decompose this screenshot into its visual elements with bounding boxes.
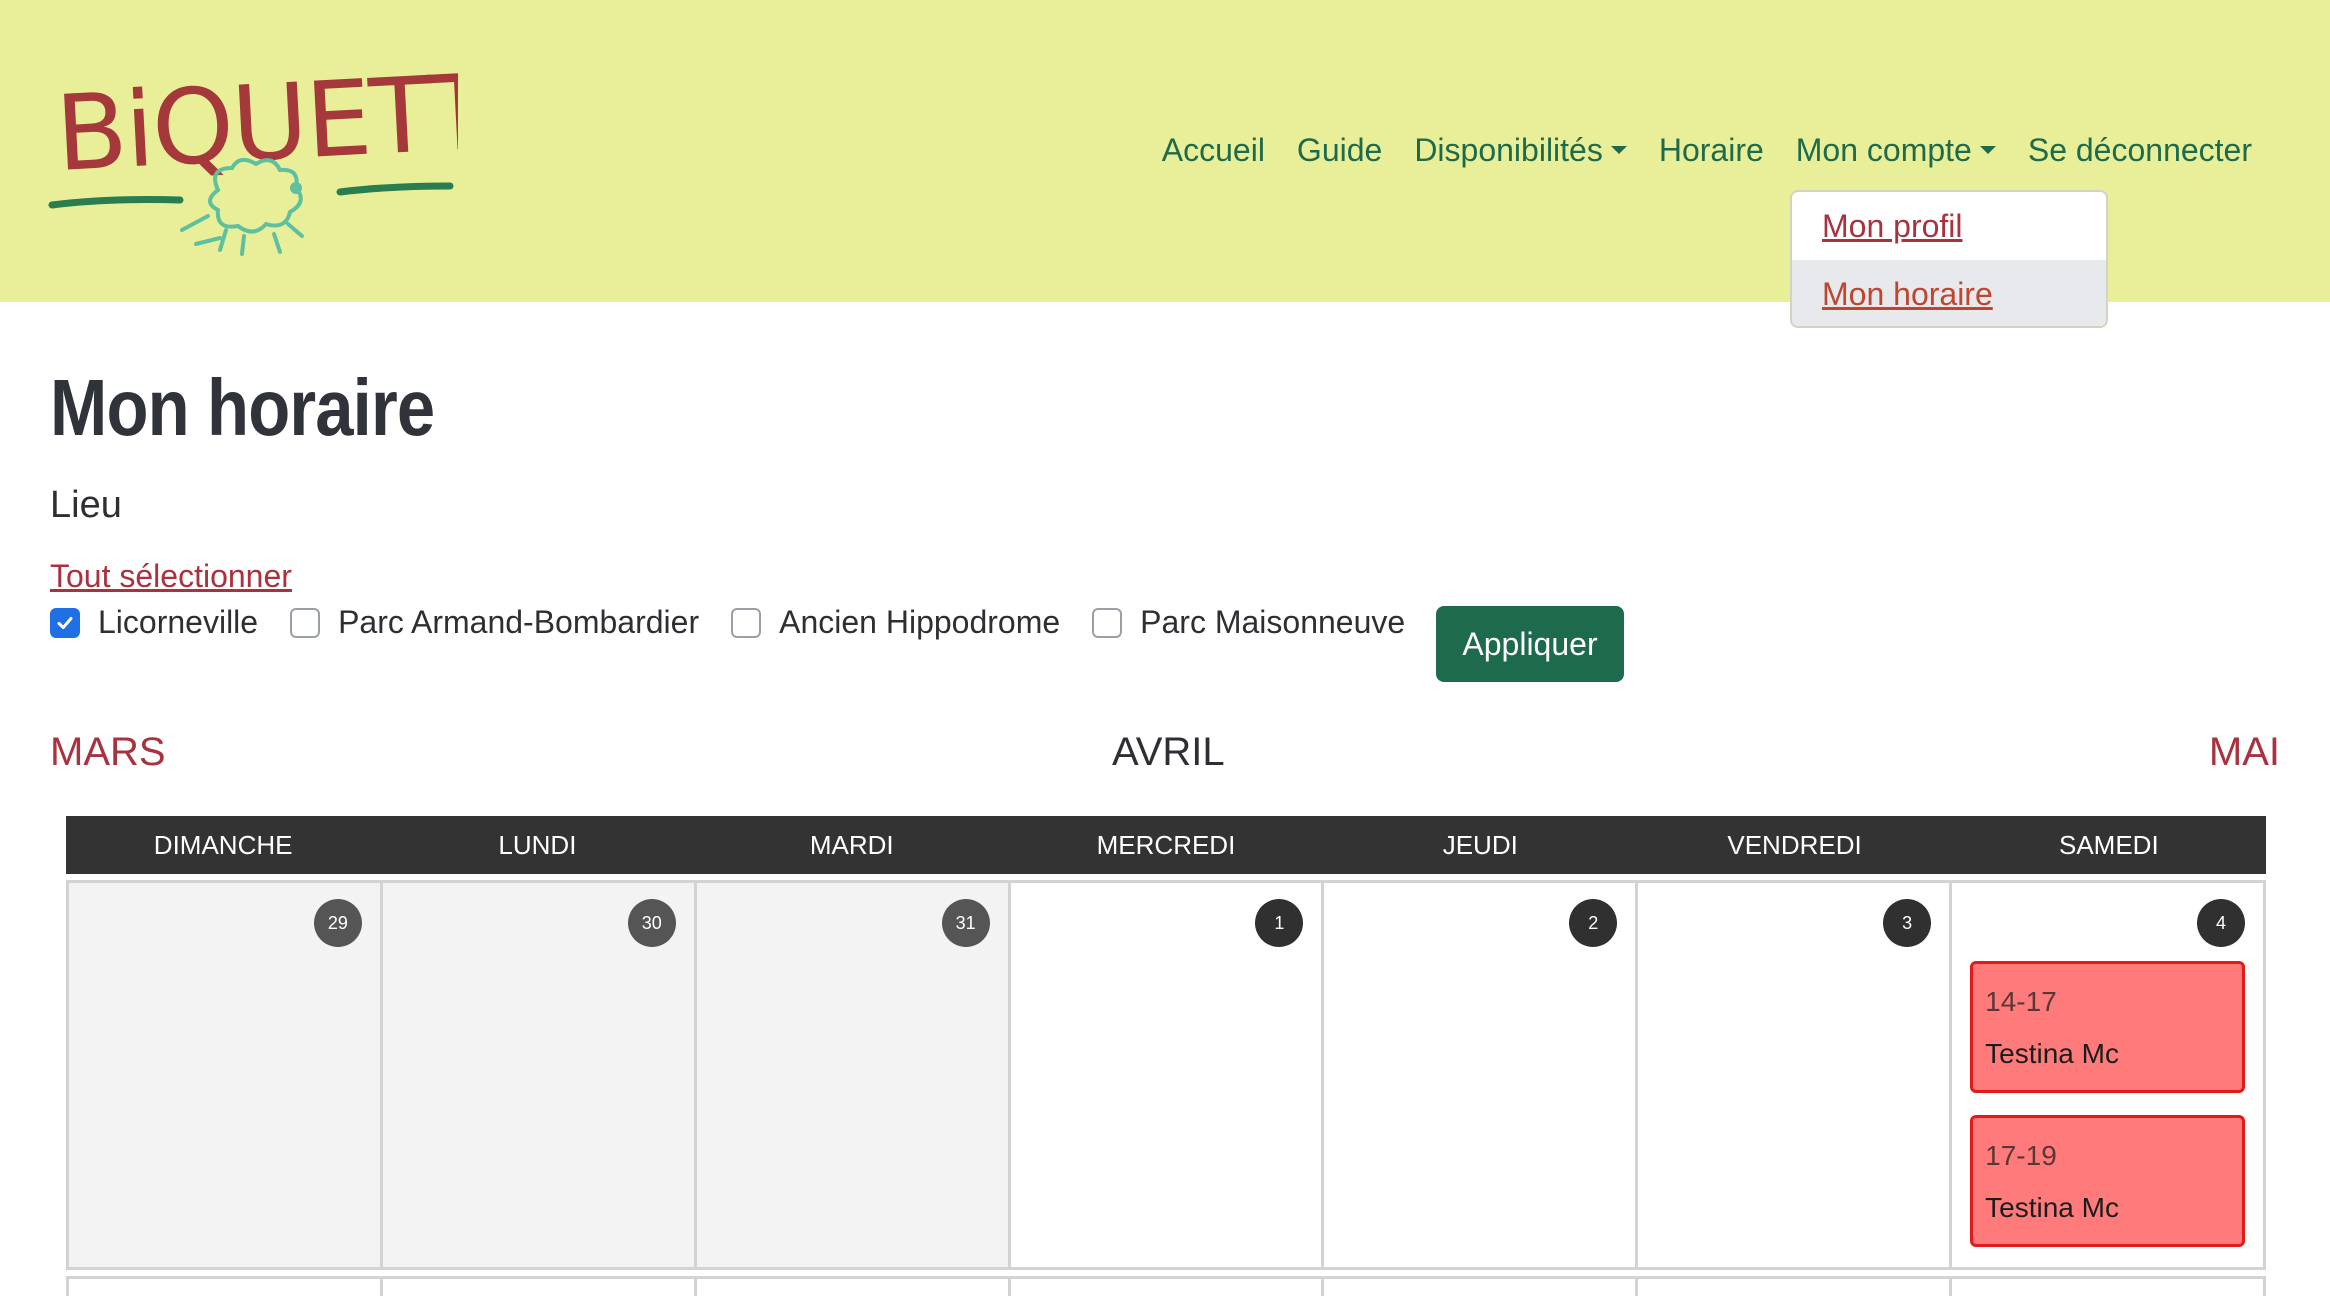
menu-item-mon-profil[interactable]: Mon profil bbox=[1792, 192, 2106, 260]
nav-horaire[interactable]: Horaire bbox=[1643, 128, 1780, 172]
nav-guide[interactable]: Guide bbox=[1281, 128, 1398, 172]
checkbox-checked[interactable] bbox=[50, 607, 80, 638]
event-time: 17-19 bbox=[1985, 1140, 2057, 1171]
calendar-day-cell[interactable]: 31 bbox=[696, 880, 1011, 1270]
page-title: Mon horaire bbox=[50, 363, 435, 452]
calendar-event[interactable]: 14-17 Testina Mc bbox=[1970, 961, 2246, 1093]
calendar-day-cell[interactable]: 3 bbox=[1638, 880, 1953, 1270]
filter-licorneville[interactable]: Licorneville bbox=[50, 604, 258, 641]
nav-accueil[interactable]: Accueil bbox=[1146, 128, 1281, 172]
checkbox[interactable] bbox=[731, 607, 762, 638]
filter-parc-armand-bombardier[interactable]: Parc Armand-Bombardier bbox=[290, 604, 699, 641]
calendar-day-cell[interactable]: 4 14-17 Testina Mc 17-19 Testina Mc bbox=[1952, 880, 2267, 1270]
nav-label: Horaire bbox=[1658, 132, 1764, 168]
filter-label: Parc Maisonneuve bbox=[1140, 604, 1406, 640]
caret-down-icon bbox=[1610, 146, 1627, 154]
day-number-badge: 1 bbox=[1255, 899, 1304, 947]
prev-month-link[interactable]: MARS bbox=[50, 730, 166, 775]
checkbox[interactable] bbox=[1092, 607, 1123, 638]
day-number-badge: 31 bbox=[941, 899, 990, 947]
nav-se-deconnecter[interactable]: Se déconnecter bbox=[2012, 128, 2268, 172]
nav-label: Mon compte bbox=[1795, 132, 1972, 168]
nav-label: Se déconnecter bbox=[2027, 132, 2252, 168]
weekday-label: SAMEDI bbox=[2058, 830, 2159, 860]
caret-down-icon bbox=[1979, 146, 1996, 154]
nav-label: Disponibilités bbox=[1414, 132, 1603, 168]
checkbox[interactable] bbox=[290, 607, 321, 638]
event-name: Testina Mc bbox=[1985, 1192, 2119, 1223]
nav-label: Accueil bbox=[1161, 132, 1265, 168]
filter-label: Licorneville bbox=[98, 604, 259, 640]
event-name: Testina Mc bbox=[1985, 1038, 2119, 1069]
logo-wordmark: BiQUETTE bbox=[53, 47, 458, 195]
calendar-weekday-header: DIMANCHE LUNDI MARDI MERCREDI JEUDI VEND… bbox=[66, 816, 2266, 874]
filter-parc-maisonneuve[interactable]: Parc Maisonneuve bbox=[1092, 604, 1405, 641]
calendar-day-cell[interactable]: 30 bbox=[382, 880, 697, 1270]
calendar-event[interactable]: 17-19 Testina Mc bbox=[1970, 1115, 2246, 1247]
calendar-day-cell[interactable]: 1 bbox=[1010, 880, 1325, 1270]
apply-button[interactable]: Appliquer bbox=[1436, 606, 1624, 682]
main-nav: Accueil Guide Disponibilités Horaire Mon… bbox=[1146, 128, 2268, 172]
nav-label: Guide bbox=[1296, 132, 1383, 168]
day-number-badge: 2 bbox=[1569, 899, 1618, 947]
event-time: 14-17 bbox=[1985, 986, 2057, 1017]
weekday-label: MERCREDI bbox=[1096, 830, 1236, 860]
calendar-next-week-row bbox=[66, 1276, 2267, 1296]
menu-item-mon-horaire[interactable]: Mon horaire bbox=[1792, 260, 2106, 326]
day-number-badge: 30 bbox=[627, 899, 676, 947]
calendar-week-row: 29 30 31 1 2 3 4 14-17 Testina Mc 17-19 … bbox=[66, 880, 2267, 1270]
filter-ancien-hippodrome[interactable]: Ancien Hippodrome bbox=[731, 604, 1060, 641]
check-icon bbox=[57, 616, 73, 629]
current-month-title: AVRIL bbox=[1112, 730, 1225, 774]
weekday-label: JEUDI bbox=[1442, 830, 1518, 860]
next-month-link[interactable]: MAI bbox=[2209, 730, 2280, 775]
day-number-badge: 3 bbox=[1883, 899, 1932, 947]
weekday-label: LUNDI bbox=[498, 830, 577, 860]
day-number-badge: 29 bbox=[313, 899, 362, 947]
weekday-label: MARDI bbox=[809, 830, 894, 860]
lieu-label: Lieu bbox=[50, 484, 122, 526]
select-all-link[interactable]: Tout sélectionner bbox=[50, 558, 292, 595]
nav-mon-compte-dropdown[interactable]: Mon compte bbox=[1780, 128, 2012, 172]
calendar-day-cell[interactable]: 29 bbox=[69, 880, 383, 1270]
filter-label: Parc Armand-Bombardier bbox=[338, 604, 700, 640]
day-number-badge: 4 bbox=[2197, 899, 2246, 947]
account-dropdown-menu: Mon profil Mon horaire bbox=[1790, 190, 2108, 328]
filter-label: Ancien Hippodrome bbox=[779, 604, 1061, 640]
biquette-logo[interactable]: BiQUETTE bbox=[48, 40, 458, 260]
calendar-day-cell[interactable]: 2 bbox=[1324, 880, 1639, 1270]
weekday-label: VENDREDI bbox=[1727, 830, 1862, 860]
location-filters: Licorneville Parc Armand-Bombardier Anci… bbox=[50, 604, 1437, 641]
weekday-label: DIMANCHE bbox=[153, 830, 293, 860]
nav-disponibilites-dropdown[interactable]: Disponibilités bbox=[1398, 128, 1643, 172]
